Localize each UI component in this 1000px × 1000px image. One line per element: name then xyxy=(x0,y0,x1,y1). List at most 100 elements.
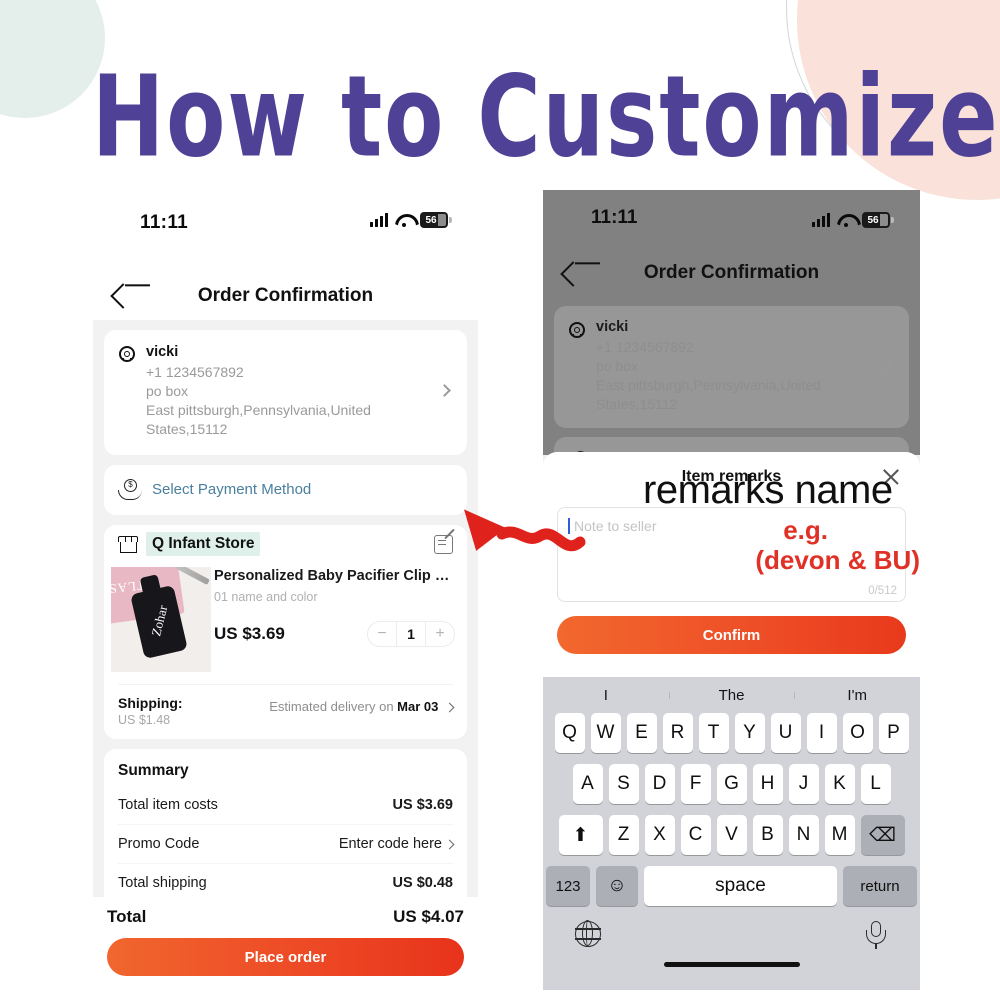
summary-card: Summary Total item costs US $3.69 Promo … xyxy=(104,749,467,910)
keyboard-row-3: ⬆ Z X C V B N M ⌫ xyxy=(546,815,917,855)
product-price-row: US $3.69 − 1 + xyxy=(214,621,467,654)
red-squiggly-arrow xyxy=(464,509,586,552)
keyboard-row-1: Q W E R T Y U I O P xyxy=(546,713,917,753)
select-payment-method-row[interactable]: $ Select Payment Method xyxy=(104,465,467,515)
key-k[interactable]: K xyxy=(824,764,855,804)
eta-date: Mar 03 xyxy=(397,699,439,714)
summary-row-promo-code[interactable]: Promo Code Enter code here xyxy=(118,825,455,864)
product-title: Personalized Baby Pacifier Clip Custo… xyxy=(214,568,467,584)
keyboard-row-2: A S D F G H J K L xyxy=(546,764,917,804)
key-v[interactable]: V xyxy=(716,815,747,855)
key-i[interactable]: I xyxy=(806,713,837,753)
location-pin-icon xyxy=(118,346,137,368)
keyboard-suggestions: I The I'm xyxy=(543,677,920,713)
address-card[interactable]: vicki +1 1234567892 po box East pittsbur… xyxy=(104,330,467,455)
key-o[interactable]: O xyxy=(842,713,873,753)
space-key[interactable]: space xyxy=(644,866,837,906)
key-a[interactable]: A xyxy=(572,764,603,804)
key-y[interactable]: Y xyxy=(734,713,765,753)
microphone-icon[interactable] xyxy=(866,921,886,951)
summary-value: US $3.69 xyxy=(392,797,453,813)
key-s[interactable]: S xyxy=(608,764,639,804)
annotation-example: (devon & BU) xyxy=(755,545,920,575)
summary-title: Summary xyxy=(118,762,189,779)
shipping-row[interactable]: Shipping: US $1.48 Estimated delivery on… xyxy=(118,684,455,727)
backspace-icon[interactable]: ⌫ xyxy=(860,815,905,855)
key-f[interactable]: F xyxy=(680,764,711,804)
key-q[interactable]: Q xyxy=(554,713,585,753)
key-h[interactable]: H xyxy=(752,764,783,804)
battery-level: 56 xyxy=(867,214,879,226)
suggestion-3[interactable]: I'm xyxy=(794,687,920,704)
payment-hand-coin-icon: $ xyxy=(118,479,142,501)
storefront-icon xyxy=(118,535,138,553)
total-row: Total US $4.07 xyxy=(107,907,464,927)
emoji-smiley-icon[interactable]: ☺ xyxy=(596,866,638,906)
key-c[interactable]: C xyxy=(680,815,711,855)
summary-row-total-item-costs: Total item costs US $3.69 xyxy=(118,786,453,825)
quantity-value: 1 xyxy=(396,622,426,646)
key-e[interactable]: E xyxy=(626,713,657,753)
status-icons: 56 xyxy=(370,212,452,228)
key-w[interactable]: W xyxy=(590,713,621,753)
eta-prefix: Estimated delivery on xyxy=(269,699,394,714)
location-pin-icon xyxy=(568,322,587,344)
address-name: vicki xyxy=(146,344,179,360)
chevron-right-icon xyxy=(444,702,455,713)
numbers-key[interactable]: 123 xyxy=(546,866,590,906)
key-m[interactable]: M xyxy=(824,815,855,855)
suggestion-1[interactable]: I xyxy=(543,687,669,704)
key-r[interactable]: R xyxy=(662,713,693,753)
total-label: Total xyxy=(107,907,147,926)
key-u[interactable]: U xyxy=(770,713,801,753)
nav-bar: Order Confirmation xyxy=(93,272,478,320)
store-product-card: Q Infant Store Zohar Personalized Baby P… xyxy=(104,525,467,739)
key-d[interactable]: D xyxy=(644,764,675,804)
annotation-remarks-name: remarks name xyxy=(643,468,893,512)
globe-language-icon[interactable] xyxy=(575,920,601,947)
order-footer: Total US $4.07 Place order xyxy=(93,897,478,990)
keyboard-rows: Q W E R T Y U I O P A S D F G H J K L ⬆ … xyxy=(543,713,920,906)
dimmed-order-screen: 11:11 56 Order Confirmation vicki +1 123… xyxy=(543,190,920,489)
promo-code-entry[interactable]: Enter code here xyxy=(339,836,455,852)
nav-title: Order Confirmation xyxy=(643,262,820,283)
place-order-button[interactable]: Place order xyxy=(107,938,464,976)
key-t[interactable]: T xyxy=(698,713,729,753)
key-p[interactable]: P xyxy=(878,713,909,753)
back-arrow-icon[interactable] xyxy=(559,258,589,288)
address-line1: po box xyxy=(596,358,639,374)
thumb-engraving-text: Zohar xyxy=(148,603,171,638)
keyboard-row-4: 123 ☺ space return xyxy=(546,866,917,906)
store-row[interactable]: Q Infant Store xyxy=(104,525,467,563)
product-row[interactable]: Zohar Personalized Baby Pacifier Clip Cu… xyxy=(104,567,467,672)
payment-label: Select Payment Method xyxy=(152,481,312,498)
address-card[interactable]: vicki +1 1234567892 po box East pittsbur… xyxy=(554,306,909,428)
virtual-keyboard: I The I'm Q W E R T Y U I O P A S D F G … xyxy=(543,677,920,990)
chevron-right-icon xyxy=(880,358,893,371)
address-line2: East pittsburgh,Pennsylvania,United xyxy=(146,402,371,418)
back-arrow-icon[interactable] xyxy=(109,280,139,310)
key-g[interactable]: G xyxy=(716,764,747,804)
shipping-value: US $1.48 xyxy=(118,713,171,727)
key-z[interactable]: Z xyxy=(608,815,639,855)
status-bar: 11:11 56 xyxy=(93,190,478,272)
shift-up-arrow-icon[interactable]: ⬆ xyxy=(558,815,603,855)
suggestion-2[interactable]: The xyxy=(668,687,795,704)
quantity-stepper[interactable]: − 1 + xyxy=(367,621,455,647)
quantity-decrement-button[interactable]: − xyxy=(368,622,396,646)
return-key[interactable]: return xyxy=(843,866,917,906)
status-time: 11:11 xyxy=(140,212,188,233)
key-x[interactable]: X xyxy=(644,815,675,855)
key-l[interactable]: L xyxy=(860,764,891,804)
decorative-mint-circle xyxy=(0,0,105,118)
address-line2: East pittsburgh,Pennsylvania,United xyxy=(596,377,821,393)
product-thumbnail: Zohar xyxy=(111,567,211,672)
confirm-button[interactable]: Confirm xyxy=(557,616,906,654)
quantity-increment-button[interactable]: + xyxy=(426,622,454,646)
summary-label: Total item costs xyxy=(118,797,218,813)
key-b[interactable]: B xyxy=(752,815,783,855)
estimated-delivery[interactable]: Estimated delivery on Mar 03 xyxy=(269,699,455,714)
key-n[interactable]: N xyxy=(788,815,819,855)
address-phone: +1 1234567892 xyxy=(596,339,694,355)
key-j[interactable]: J xyxy=(788,764,819,804)
